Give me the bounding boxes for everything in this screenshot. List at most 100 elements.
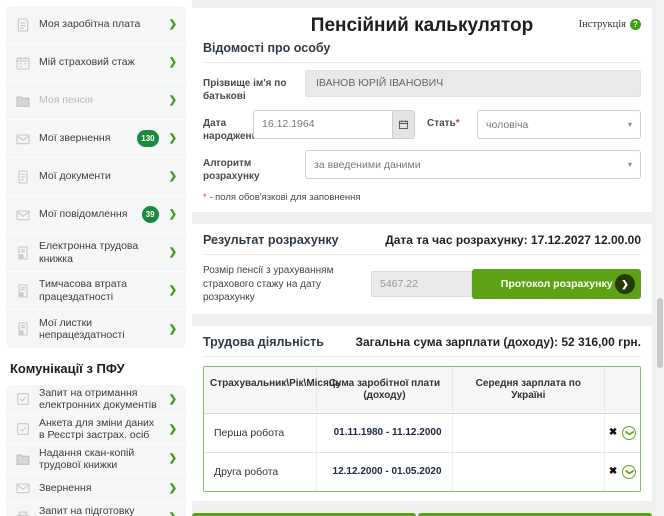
scrollbar-thumb[interactable] bbox=[657, 298, 663, 368]
employer-cell: Перша робота bbox=[204, 414, 317, 452]
folder-icon bbox=[15, 93, 31, 109]
sidebar-item-label: Мій страховий стаж bbox=[39, 56, 159, 68]
section-title-work: Трудова діяльність bbox=[203, 335, 324, 349]
sidebar: Моя заробітна плата ❯ Мій страховий стаж… bbox=[6, 6, 186, 516]
work-card: Трудова діяльність Загальна сума зарплат… bbox=[192, 326, 652, 501]
sidebar-item-label: Електронна трудова книжка bbox=[39, 240, 159, 265]
delete-row-icon[interactable]: ✖ bbox=[609, 427, 617, 438]
expand-row-icon[interactable]: ❯ bbox=[622, 465, 636, 479]
sidebar-item[interactable]: Моя заробітна плата ❯ bbox=[6, 6, 186, 44]
chevron-right-icon: ❯ bbox=[169, 57, 177, 68]
sidebar-item[interactable]: Надання скан-копій трудової книжки ❯ bbox=[6, 445, 186, 475]
pension-amount-field: 5467.22 bbox=[371, 271, 472, 297]
required-note: * - поля обов'язкові для заповнення bbox=[203, 192, 641, 203]
sidebar-item[interactable]: Запит на підготовку паперових документів… bbox=[6, 503, 186, 516]
chevron-right-icon: ❯ bbox=[169, 324, 177, 335]
algorithm-row: Алгоритм розрахунку за введеними даними … bbox=[203, 150, 641, 183]
chevron-right-icon: ❯ bbox=[169, 394, 177, 405]
chevron-right-icon: ❯ bbox=[169, 133, 177, 144]
sidebar-item[interactable]: Мої повідомлення 39 ❯ bbox=[6, 196, 186, 234]
algorithm-label: Алгоритм розрахунку bbox=[203, 150, 305, 183]
calculation-datetime: Дата та час розрахунку: 17.12.2027 12.00… bbox=[385, 233, 641, 247]
instruction-link[interactable]: Інструкція ? bbox=[579, 19, 641, 30]
sidebar-item[interactable]: Тимчасова втрата працездатності ❯ bbox=[6, 272, 186, 310]
work-table: Страхувальник\Рік\МісяцьСума заробітної … bbox=[203, 366, 641, 492]
algorithm-select[interactable]: за введеними даними ▾ bbox=[305, 150, 641, 179]
protocol-button[interactable]: Протокол розрахунку ❯ bbox=[472, 269, 641, 299]
sidebar-item-label: Звернення bbox=[39, 482, 159, 494]
add-period-button[interactable]: Додати період ❯ bbox=[192, 513, 416, 516]
calendar-icon bbox=[15, 55, 31, 71]
envelope-icon bbox=[15, 207, 31, 223]
period-cell: 12.12.2000 - 01.05.2020 bbox=[317, 453, 452, 491]
gender-select[interactable]: чоловіча ▾ bbox=[477, 110, 641, 139]
average-salary-cell bbox=[453, 453, 606, 491]
expand-row-icon[interactable]: ❯ bbox=[622, 426, 636, 440]
sidebar-item[interactable]: Запит на отримання електронних документі… bbox=[6, 385, 186, 415]
fullname-field: ІВАНОВ ЮРІЙ ІВАНОВИЧ bbox=[305, 70, 641, 97]
row-actions: ✖ ❯ bbox=[605, 453, 640, 491]
sidebar-item-label: Запит на отримання електронних документі… bbox=[39, 387, 159, 412]
scrollbar[interactable] bbox=[656, 0, 664, 516]
chevron-right-icon: ❯ bbox=[169, 247, 177, 258]
sidebar-item-label: Надання скан-копій трудової книжки bbox=[39, 447, 159, 472]
file-icon bbox=[15, 169, 31, 185]
count-badge: 130 bbox=[137, 130, 158, 147]
chevron-right-icon: ❯ bbox=[169, 453, 177, 464]
birthdate-gender-row: Дата народження* 16.12.1964 Стать* чолов… bbox=[203, 110, 641, 143]
table-header-cell: Сума заробітної плати (доходу) bbox=[317, 367, 452, 413]
table-actions-row: Додати період ❯ Очистити та оновити за д… bbox=[192, 513, 652, 516]
folder-icon bbox=[15, 451, 31, 467]
gender-label: Стать* bbox=[427, 110, 477, 131]
help-icon[interactable]: ? bbox=[630, 19, 641, 30]
delete-row-icon[interactable]: ✖ bbox=[609, 466, 617, 477]
chevron-right-icon: ❯ bbox=[169, 512, 177, 516]
table-header-row: Страхувальник\Рік\МісяцьСума заробітної … bbox=[204, 367, 640, 414]
table-row: Перша робота 01.11.1980 - 11.12.2000 ✖ ❯ bbox=[204, 414, 640, 453]
result-card: Результат розрахунку Дата та час розраху… bbox=[192, 224, 652, 314]
sidebar-item[interactable]: Мої документи ❯ bbox=[6, 158, 186, 196]
birthdate-input[interactable]: 16.12.1964 bbox=[253, 110, 415, 139]
sidebar-item-label: Мої повідомлення bbox=[39, 208, 134, 220]
sidebar-item-label: Моя заробітна плата bbox=[39, 18, 159, 30]
pension-amount-label: Розмір пенсії з урахуванням страхового с… bbox=[203, 264, 371, 305]
app-root: Моя заробітна плата ❯ Мій страховий стаж… bbox=[0, 0, 664, 516]
section-title-person: Відомості про особу bbox=[203, 38, 641, 63]
sidebar-item-label: Анкета для зміни даних в Реєстрі застрах… bbox=[39, 417, 159, 442]
clear-update-pfu-button[interactable]: Очистити та оновити за даними ПФУ ❯ bbox=[418, 513, 652, 516]
printer-icon bbox=[15, 510, 31, 516]
chevron-right-icon: ❯ bbox=[169, 483, 177, 494]
form-icon bbox=[15, 421, 31, 437]
sidebar-item[interactable]: Анкета для зміни даних в Реєстрі застрах… bbox=[6, 415, 186, 445]
book-icon bbox=[15, 321, 31, 337]
table-header-cell: Середня зарплата по Україні bbox=[453, 367, 606, 413]
sidebar-card: Моя заробітна плата ❯ Мій страховий стаж… bbox=[6, 6, 186, 348]
sidebar-item-label: Мої листки непрацездатності bbox=[39, 317, 159, 342]
sidebar-item[interactable]: Звернення ❯ bbox=[6, 474, 186, 503]
sidebar-item[interactable]: Мої звернення 130 ❯ bbox=[6, 120, 186, 158]
sidebar-item[interactable]: Електронна трудова книжка ❯ bbox=[6, 234, 186, 272]
form-icon bbox=[15, 391, 31, 407]
sidebar-item[interactable]: Моя пенсія ❯ bbox=[6, 82, 186, 120]
row-actions: ✖ ❯ bbox=[605, 414, 640, 452]
sidebar-item[interactable]: Мої листки непрацездатності ❯ bbox=[6, 310, 186, 348]
total-salary: Загальна сума зарплати (доходу): 52 316,… bbox=[355, 335, 641, 349]
person-card: Пенсійний калькулятор Інструкція ? Відом… bbox=[192, 8, 652, 212]
caret-down-icon: ▾ bbox=[628, 160, 632, 169]
birthdate-label: Дата народження* bbox=[203, 110, 253, 143]
caret-down-icon: ▾ bbox=[628, 120, 632, 129]
table-header-cell: Страхувальник\Рік\Місяць bbox=[204, 367, 317, 413]
table-header-cell bbox=[605, 367, 640, 413]
fullname-label: Прізвище ім'я по батькові bbox=[203, 70, 305, 103]
main-panel: Пенсійний калькулятор Інструкція ? Відом… bbox=[192, 0, 656, 516]
doc-icon bbox=[15, 17, 31, 33]
calendar-icon[interactable] bbox=[392, 111, 414, 138]
chevron-right-icon: ❯ bbox=[169, 95, 177, 106]
sidebar-item-label: Мої документи bbox=[39, 170, 159, 182]
count-badge: 39 bbox=[142, 206, 159, 223]
sidebar-item-label: Мої звернення bbox=[39, 132, 129, 144]
sidebar-item[interactable]: Мій страховий стаж ❯ bbox=[6, 44, 186, 82]
table-row: Друга робота 12.12.2000 - 01.05.2020 ✖ ❯ bbox=[204, 453, 640, 491]
sidebar-item-label: Моя пенсія bbox=[39, 94, 159, 106]
chevron-right-icon: ❯ bbox=[169, 19, 177, 30]
